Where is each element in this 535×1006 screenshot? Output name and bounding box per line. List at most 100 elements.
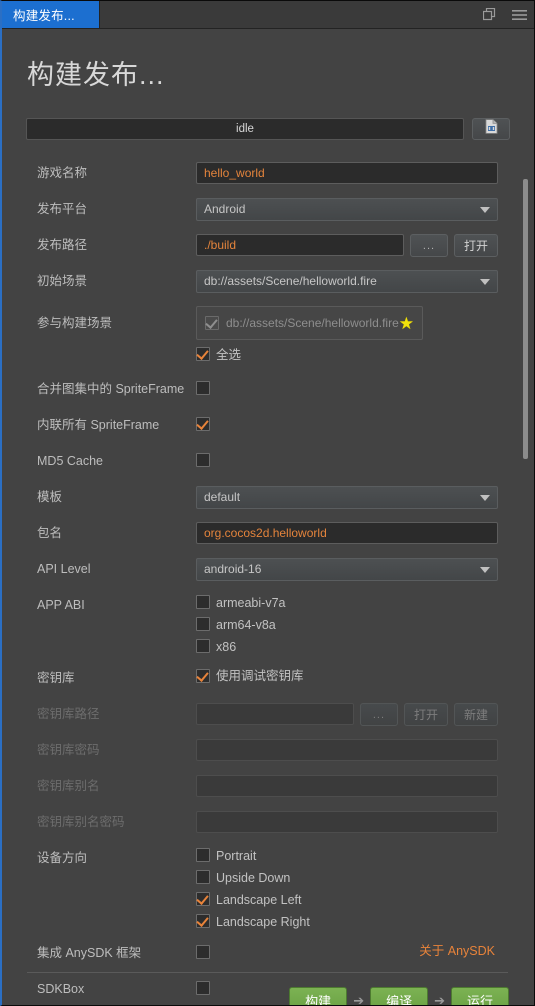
start-scene-value: db://assets/Scene/helloworld.fire: [204, 274, 377, 288]
row-keystore-alias: 密钥库别名: [2, 775, 510, 804]
api-level-value: android-16: [204, 562, 262, 576]
md5-cache-checkbox[interactable]: [196, 453, 210, 467]
merge-spriteframe-checkbox[interactable]: [196, 381, 210, 395]
orientation-option-landscape-right[interactable]: Landscape Right: [196, 913, 310, 932]
label-merge-spriteframe: 合并图集中的 SpriteFrame: [37, 382, 185, 396]
app-abi-option-armeabi-v7a[interactable]: armeabi-v7a: [196, 594, 285, 613]
select-all-scenes-label: 全选: [216, 348, 242, 362]
label-keystore-alias-password: 密钥库别名密码: [37, 815, 125, 829]
label-keystore: 密钥库: [37, 671, 75, 685]
build-status-text: idle: [236, 123, 254, 135]
anysdk-checkbox[interactable]: [196, 945, 210, 959]
keystore-alias-input: [196, 775, 498, 797]
run-button[interactable]: 运行: [451, 987, 509, 1005]
label-game-name: 游戏名称: [37, 166, 88, 180]
restore-window-icon[interactable]: [474, 1, 504, 28]
label-md5-cache: MD5 Cache: [37, 454, 103, 468]
platform-value: Android: [204, 202, 246, 216]
orientation-upside-down-checkbox[interactable]: [196, 870, 210, 884]
orientation-upside-down-label: Upside Down: [216, 871, 291, 885]
template-select[interactable]: default: [196, 486, 498, 509]
chevron-down-icon: [480, 278, 490, 285]
app-abi-arm64-v8a-checkbox[interactable]: [196, 617, 210, 631]
row-game-name: 游戏名称 hello_world: [2, 162, 510, 191]
orientation-portrait-checkbox[interactable]: [196, 848, 210, 862]
keystore-path-browse-button: ...: [359, 703, 398, 726]
label-package-name: 包名: [37, 526, 63, 540]
log-file-icon: [485, 119, 498, 139]
included-scenes-listbox[interactable]: db://assets/Scene/helloworld.fire ★: [196, 306, 424, 340]
app-abi-armeabi-v7a-checkbox[interactable]: [196, 595, 210, 609]
label-api-level: API Level: [37, 562, 91, 576]
build-path-input[interactable]: ./build: [196, 234, 404, 256]
footer-divider: [27, 972, 508, 973]
scene-item-checkbox[interactable]: [205, 316, 219, 330]
keystore-path-open-button: 打开: [403, 703, 448, 726]
build-path-open-button[interactable]: 打开: [453, 234, 498, 257]
label-included-scenes: 参与构建场景: [37, 316, 113, 330]
row-included-scenes: 参与构建场景 db://assets/Scene/helloworld.fire…: [2, 306, 510, 365]
use-debug-keystore-label: 使用调试密钥库: [216, 669, 304, 683]
app-abi-x86-checkbox[interactable]: [196, 639, 210, 653]
orientation-option-portrait[interactable]: Portrait: [196, 847, 310, 866]
label-keystore-path: 密钥库路径: [37, 707, 100, 721]
app-abi-option-arm64-v8a[interactable]: arm64-v8a: [196, 616, 285, 635]
build-path-browse-button[interactable]: ...: [409, 234, 448, 257]
select-all-scenes-row[interactable]: 全选: [196, 346, 241, 365]
label-template: 模板: [37, 490, 63, 504]
label-anysdk: 集成 AnySDK 框架: [37, 946, 142, 960]
row-orientation: 设备方向 Portrait Upside Down Landscape Left…: [2, 847, 510, 932]
keystore-password-input: [196, 739, 498, 761]
content-scrollbar-thumb[interactable]: [523, 179, 528, 459]
label-orientation: 设备方向: [37, 851, 88, 865]
package-name-input[interactable]: org.cocos2d.helloworld: [196, 522, 498, 544]
build-button[interactable]: 构建: [289, 987, 348, 1005]
row-start-scene: 初始场景 db://assets/Scene/helloworld.fire: [2, 270, 510, 299]
orientation-landscape-left-label: Landscape Left: [216, 893, 302, 907]
app-abi-option-x86[interactable]: x86: [196, 638, 285, 657]
template-value: default: [204, 490, 241, 504]
row-anysdk: 集成 AnySDK 框架 关于 AnySDK: [2, 942, 510, 971]
orientation-option-upside-down[interactable]: Upside Down: [196, 869, 310, 888]
hamburger-menu-icon[interactable]: [504, 1, 534, 28]
build-settings-form: 游戏名称 hello_world 发布平台 Android 发布路径 ./bui…: [2, 162, 534, 1005]
row-merge-spriteframe: 合并图集中的 SpriteFrame: [2, 378, 510, 407]
row-api-level: API Level android-16: [2, 558, 510, 587]
build-publish-window: 构建发布... 构建发布... idle 游戏名称 hello_world 发布…: [0, 0, 535, 1006]
app-abi-armeabi-v7a-label: armeabi-v7a: [216, 596, 286, 610]
open-log-button[interactable]: [472, 118, 510, 140]
chevron-down-icon: [480, 494, 490, 501]
label-keystore-password: 密钥库密码: [37, 743, 100, 757]
platform-select[interactable]: Android: [196, 198, 498, 221]
use-debug-keystore-checkbox[interactable]: [196, 669, 210, 683]
label-platform: 发布平台: [37, 202, 88, 216]
label-build-path: 发布路径: [37, 238, 88, 252]
status-row: idle: [26, 118, 510, 140]
row-app-abi: APP ABI armeabi-v7a arm64-v8a x86: [2, 594, 510, 657]
start-scene-select[interactable]: db://assets/Scene/helloworld.fire: [196, 270, 498, 293]
orientation-option-landscape-left[interactable]: Landscape Left: [196, 891, 310, 910]
footer-actions: 构建 ➔ 编译 ➔ 运行: [2, 987, 534, 1005]
app-abi-x86-label: x86: [216, 640, 237, 654]
row-inline-spriteframe: 内联所有 SpriteFrame: [2, 414, 510, 443]
label-inline-spriteframe: 内联所有 SpriteFrame: [37, 418, 160, 432]
keystore-path-new-button: 新建: [453, 703, 498, 726]
orientation-landscape-right-checkbox[interactable]: [196, 914, 210, 928]
keystore-alias-password-input: [196, 811, 498, 833]
inline-spriteframe-checkbox[interactable]: [196, 417, 210, 431]
tab-build-publish[interactable]: 构建发布...: [2, 1, 100, 28]
arrow-right-icon: ➔: [434, 992, 445, 1006]
row-build-path: 发布路径 ./build ... 打开: [2, 234, 510, 263]
select-all-scenes-checkbox[interactable]: [196, 347, 210, 361]
titlebar-spacer: [100, 1, 474, 28]
compile-button[interactable]: 编译: [370, 987, 429, 1005]
page-title: 构建发布...: [27, 60, 165, 90]
orientation-landscape-left-checkbox[interactable]: [196, 892, 210, 906]
app-abi-arm64-v8a-label: arm64-v8a: [216, 618, 276, 632]
use-debug-keystore-row[interactable]: 使用调试密钥库: [196, 667, 304, 686]
game-name-input[interactable]: hello_world: [196, 162, 498, 184]
star-icon[interactable]: ★: [399, 315, 414, 332]
about-anysdk-link[interactable]: 关于 AnySDK: [419, 942, 498, 961]
row-md5-cache: MD5 Cache: [2, 450, 510, 479]
api-level-select[interactable]: android-16: [196, 558, 498, 581]
